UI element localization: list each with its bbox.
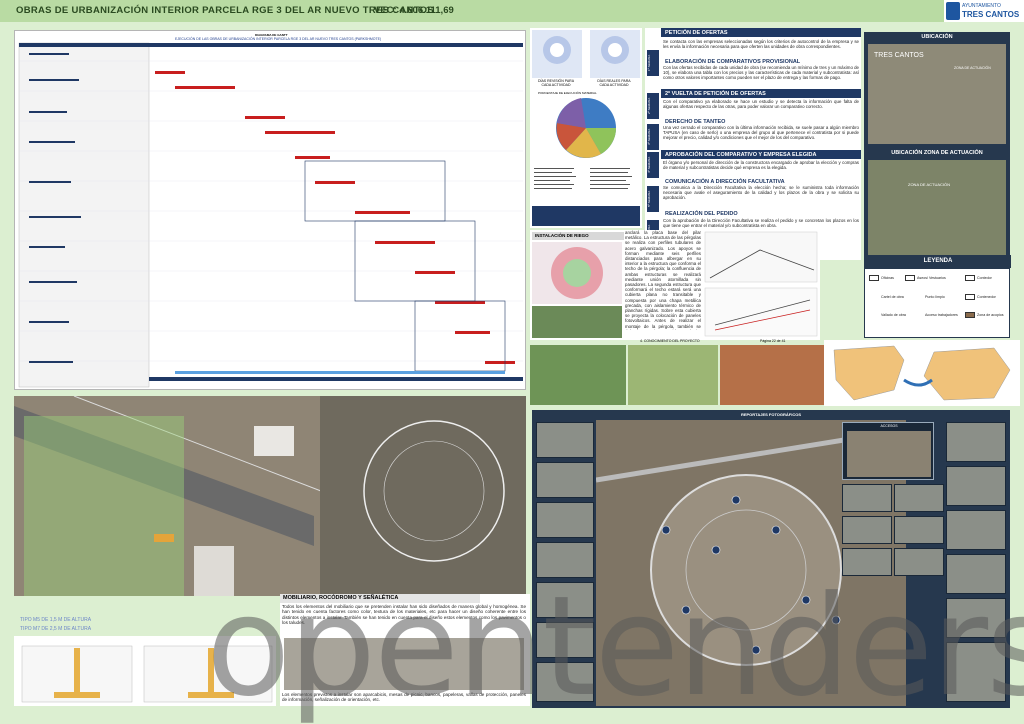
step-text: Se contacta con las empresas seleccionad… — [663, 39, 859, 50]
step-text: Se comunica a la Dirección Facultativa l… — [663, 185, 859, 201]
photo-report-panel: REPORTAJES FOTOGRÁFICOS ACCESOS — [532, 410, 1010, 708]
step-title: 2ª VUELTA DE PETICIÓN DE OFERTAS — [661, 89, 861, 98]
report-photo — [842, 516, 892, 544]
report-photo — [536, 462, 594, 498]
location-maps: UBICACIÓN TRES CANTOS ZONA DE ACTUACIÓN … — [864, 32, 1010, 268]
step-week-label: 4ª SEMANA — [647, 152, 659, 178]
furniture-text-1: Todos los elementos del mobiliario que s… — [282, 604, 526, 626]
tree-photos — [530, 345, 840, 405]
site-aerial-graphic — [14, 396, 526, 596]
page-title: OBRAS DE URBANIZACIÓN INTERIOR PARCELA R… — [16, 5, 434, 16]
report-photo — [946, 642, 1006, 702]
tres-cantos-label: TRES CANTOS — [874, 52, 924, 59]
location-aerial — [868, 44, 1006, 144]
legend-item: Punto limpio — [925, 295, 945, 299]
caption-real-days: DÍAS REALES PARA CADA ACTIVIDAD — [597, 79, 631, 87]
report-photo — [946, 598, 1006, 638]
access-inset: ACCESOS — [842, 422, 934, 480]
shield-icon — [946, 2, 960, 20]
step-week-label: 2ª SEMANA — [647, 93, 659, 119]
legend-item: Zona de acopios — [977, 313, 1004, 317]
step-week-label: 3ª SEMANA — [647, 124, 659, 150]
step-week-label: 5ª SEMANA — [647, 186, 659, 212]
legend-title: LEYENDA — [865, 255, 1011, 268]
report-photo — [894, 548, 944, 576]
furniture-drawings — [14, 636, 276, 706]
furniture-photos — [284, 638, 524, 690]
report-photo — [536, 422, 594, 458]
offers-diagram-panel: DÍAS REVISIÓN PARA CADA ACTIVIDAD DÍAS R… — [530, 28, 642, 228]
legend-item: Cartel de obra — [881, 295, 904, 299]
location-heading: UBICACIÓN — [921, 34, 953, 40]
step-text: Con el comparativo ya elaborado se hace … — [663, 99, 859, 110]
legend-item: Oficinas — [881, 276, 894, 280]
report-photo — [946, 422, 1006, 462]
zone-heading: UBICACIÓN ZONA DE ACTUACIÓN — [891, 150, 983, 156]
site-aerial-photo — [14, 396, 526, 596]
gantt-graphic — [18, 42, 523, 388]
step-title: APROBACIÓN DEL COMPARATIVO Y EMPRESA ELE… — [661, 150, 861, 159]
zone-aerial — [868, 160, 1006, 260]
procurement-steps-panel: PETICIÓN DE OFERTAS 1ª SEMANA Se contact… — [645, 28, 861, 260]
header-bar: OBRAS DE URBANIZACIÓN INTERIOR PARCELA R… — [0, 0, 1024, 22]
step-title: REALIZACIÓN DEL PEDIDO — [665, 211, 738, 217]
step-title: PETICIÓN DE OFERTAS — [661, 28, 861, 37]
legend-item: Aseos/ Vestuarios — [917, 276, 946, 280]
report-photo — [536, 542, 594, 578]
irrigation-panel: INSTALACIÓN DE RIEGO anclará la placa ba… — [530, 230, 820, 340]
furniture-text-2: Los elementos previstos a instalar son a… — [282, 692, 526, 703]
report-photo — [536, 502, 594, 538]
logo-line1: AYUNTAMIENTO — [962, 3, 1001, 9]
caption-review-days: DÍAS REVISIÓN PARA CADA ACTIVIDAD — [537, 79, 575, 87]
photo-tree — [628, 345, 718, 405]
report-photo — [842, 484, 892, 512]
irrigation-title: INSTALACIÓN DE RIEGO — [532, 232, 624, 240]
gantt-chart-panel: DIAGRAMA DE GANTT EJECUCIÓN DE LAS OBRAS… — [14, 30, 526, 390]
step-text: El órgano y/o personal de dirección de l… — [663, 160, 859, 171]
legend-item: Vallado de obra — [881, 313, 906, 317]
zone-label: ZONA DE ACTUACIÓN — [954, 66, 991, 70]
budget-value: VEC: 4.606.111,69 — [374, 5, 454, 16]
pie-title: PORCENTAJE DE EJECUCIÓN MATERIAL — [538, 91, 597, 95]
step-week-label: 1ª SEMANA — [647, 50, 659, 76]
page-number: Página 22 de 41 — [760, 339, 786, 343]
legend-item: Contedor — [977, 276, 992, 280]
irrigation-text: anclará la placa base del pilar metálico… — [625, 230, 701, 330]
report-photo — [536, 622, 594, 658]
step-text: Una vez cerrado el comparativo con la úl… — [663, 125, 859, 141]
furniture-title: MOBILIARIO, ROCÓDROMO Y SEÑALÉTICA — [280, 594, 480, 603]
step-text: Con las ofertas recibidas de cada unidad… — [663, 65, 859, 81]
spain-map — [824, 340, 1020, 406]
report-photo — [894, 484, 944, 512]
report-photo — [842, 548, 892, 576]
access-map — [847, 431, 931, 477]
map-icon — [833, 345, 1011, 401]
report-photo — [894, 516, 944, 544]
offers-graphic — [532, 30, 640, 226]
legend-item: Contenedor — [977, 295, 996, 299]
report-photo — [536, 582, 594, 618]
logo-line2: TRES CANTOS — [962, 10, 1020, 19]
report-photo — [946, 510, 1006, 550]
photo-report-title: REPORTAJES FOTOGRÁFICOS — [740, 412, 802, 417]
city-logo: AYUNTAMIENTO TRES CANTOS — [944, 0, 1024, 22]
legend-panel: LEYENDA Oficinas Aseos/ Vestuarios Conte… — [864, 255, 1011, 338]
section-label: 4. CONOCIMIENTO DEL PROYECTO — [640, 339, 700, 343]
post-type-m5: TIPO M5 DE 1,5 M DE ALTURA — [20, 617, 92, 623]
legend-item: Acceso trabajadores — [925, 313, 958, 317]
report-photo — [946, 554, 1006, 594]
post-type-m7: TIPO M7 DE 2,5 M DE ALTURA — [20, 626, 92, 632]
access-title: ACCESOS — [880, 424, 898, 428]
photo-tree-autumn — [720, 345, 828, 405]
report-photo — [536, 662, 594, 702]
furniture-panel: MOBILIARIO, ROCÓDROMO Y SEÑALÉTICA Todos… — [280, 594, 530, 706]
zone-label-2: ZONA DE ACTUACIÓN — [908, 182, 951, 187]
photo-tree-row — [530, 345, 626, 405]
report-photo — [946, 466, 1006, 506]
drawings-graphic — [21, 645, 273, 703]
